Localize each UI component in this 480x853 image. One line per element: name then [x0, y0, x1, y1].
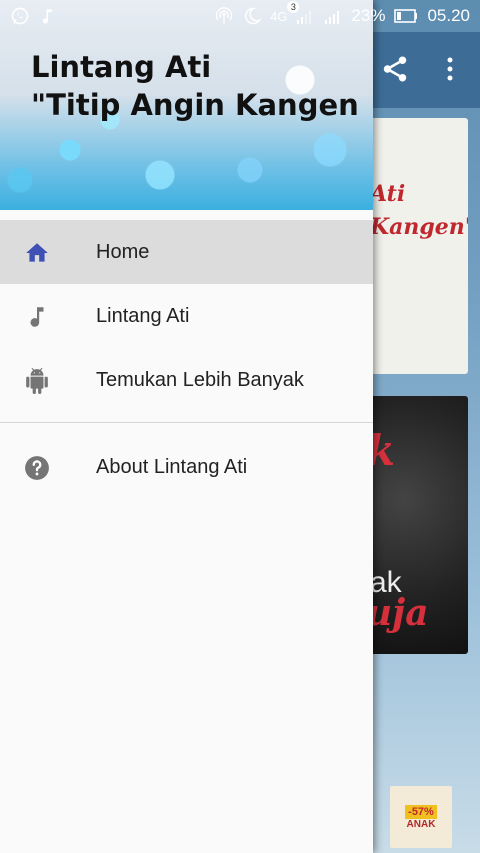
- ad-brand-text: ANAK: [406, 818, 436, 830]
- drawer-menu: Home Lintang Ati Temukan Lebih Banyak Ab…: [0, 220, 373, 499]
- android-icon: [24, 368, 50, 394]
- battery-percent: 23%: [351, 6, 386, 25]
- share-icon[interactable]: [380, 54, 410, 84]
- card2-text-bottom: uja: [366, 592, 429, 634]
- notification-badge: 3: [287, 0, 300, 13]
- ad-discount-badge: -57%: [405, 804, 437, 819]
- menu-item-label: Lintang Ati: [96, 304, 190, 327]
- network-type: 4G 3: [270, 0, 300, 24]
- menu-item-temukan-lebih-banyak[interactable]: Temukan Lebih Banyak: [0, 348, 373, 412]
- menu-item-lintang-ati[interactable]: Lintang Ati: [0, 284, 373, 348]
- navigation-drawer: Lintang Ati "Titip Angin Kangen Home Lin…: [0, 0, 373, 853]
- clock: 05.20: [427, 6, 470, 25]
- menu-item-home[interactable]: Home: [0, 220, 373, 284]
- help-icon: [24, 455, 50, 481]
- ad-thumbnail[interactable]: -57% ANAK: [390, 786, 452, 848]
- menu-divider: [0, 422, 373, 423]
- menu-item-about[interactable]: About Lintang Ati: [0, 435, 373, 499]
- more-options-icon[interactable]: [440, 54, 460, 84]
- menu-item-label: Home: [96, 240, 150, 263]
- menu-item-label: Temukan Lebih Banyak: [96, 368, 304, 391]
- network-label: 4G: [270, 8, 288, 24]
- menu-item-label: About Lintang Ati: [96, 455, 248, 478]
- battery-icon: [393, 6, 419, 26]
- music-note-icon: [24, 304, 50, 330]
- do-not-disturb-moon-icon: [242, 6, 262, 26]
- drawer-header-title: Lintang Ati "Titip Angin Kangen: [31, 50, 359, 122]
- card1-text: Ati Kangen": [370, 181, 468, 240]
- music-note-icon: [38, 6, 58, 26]
- whatsapp-icon: [10, 6, 30, 26]
- status-bar: 4G 3 23% 05.20: [0, 0, 480, 32]
- content-card-1[interactable]: Ati Kangen": [360, 118, 468, 374]
- hotspot-icon: [214, 6, 234, 26]
- home-icon: [24, 240, 50, 266]
- signal-2-icon: [323, 6, 343, 26]
- content-card-2[interactable]: k ak uja: [360, 396, 468, 654]
